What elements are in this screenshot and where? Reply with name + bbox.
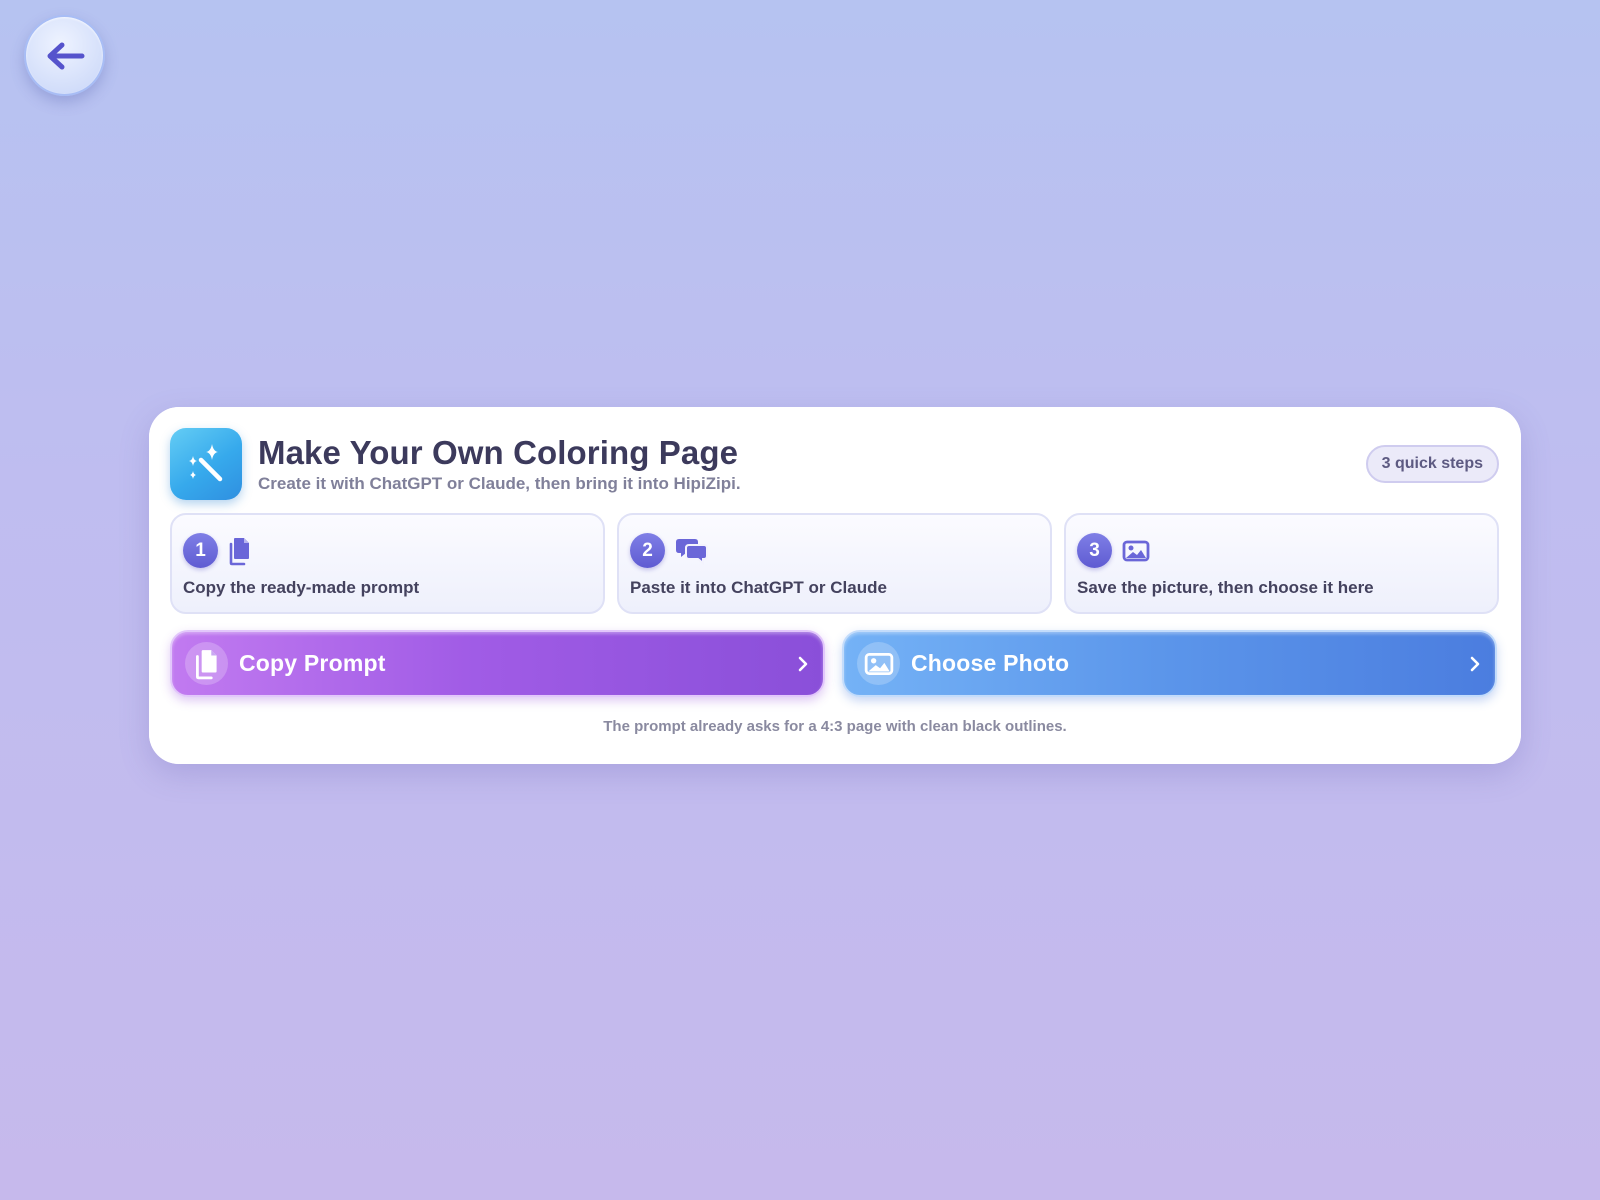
copy-document-icon <box>228 536 252 566</box>
prompt-footnote: The prompt already asks for a 4:3 page w… <box>603 718 1067 735</box>
step-number: 1 <box>183 533 218 568</box>
page-subtitle: Create it with ChatGPT or Claude, then b… <box>258 474 741 493</box>
step-label: Copy the ready-made prompt <box>183 578 420 597</box>
page-title: Make Your Own Coloring Page <box>258 434 739 471</box>
back-button[interactable] <box>24 15 105 96</box>
arrow-left-icon <box>45 41 85 71</box>
step-card-paste: 2 Paste it into ChatGPT or Claude <box>617 513 1052 614</box>
image-icon <box>1122 536 1150 566</box>
choose-photo-button[interactable]: Choose Photo <box>842 630 1497 697</box>
chevron-right-icon <box>797 655 809 673</box>
step-card-copy: 1 Copy the ready-made prompt <box>170 513 605 614</box>
chevron-right-icon <box>1469 655 1481 673</box>
chat-bubbles-icon <box>675 536 709 566</box>
step-number: 3 <box>1077 533 1112 568</box>
step-label: Paste it into ChatGPT or Claude <box>630 578 887 597</box>
coloring-page-card: Make Your Own Coloring Page Create it wi… <box>149 407 1521 764</box>
copy-prompt-button[interactable]: Copy Prompt <box>170 630 825 697</box>
step-label: Save the picture, then choose it here <box>1077 578 1374 597</box>
step-number: 2 <box>630 533 665 568</box>
magic-wand-sparkles-icon <box>170 428 242 500</box>
image-icon <box>857 642 900 685</box>
copy-document-icon <box>185 642 228 685</box>
step-card-save: 3 Save the picture, then choose it here <box>1064 513 1499 614</box>
steps-badge: 3 quick steps <box>1365 445 1499 483</box>
choose-photo-label: Choose Photo <box>911 650 1070 676</box>
copy-prompt-label: Copy Prompt <box>239 650 386 676</box>
